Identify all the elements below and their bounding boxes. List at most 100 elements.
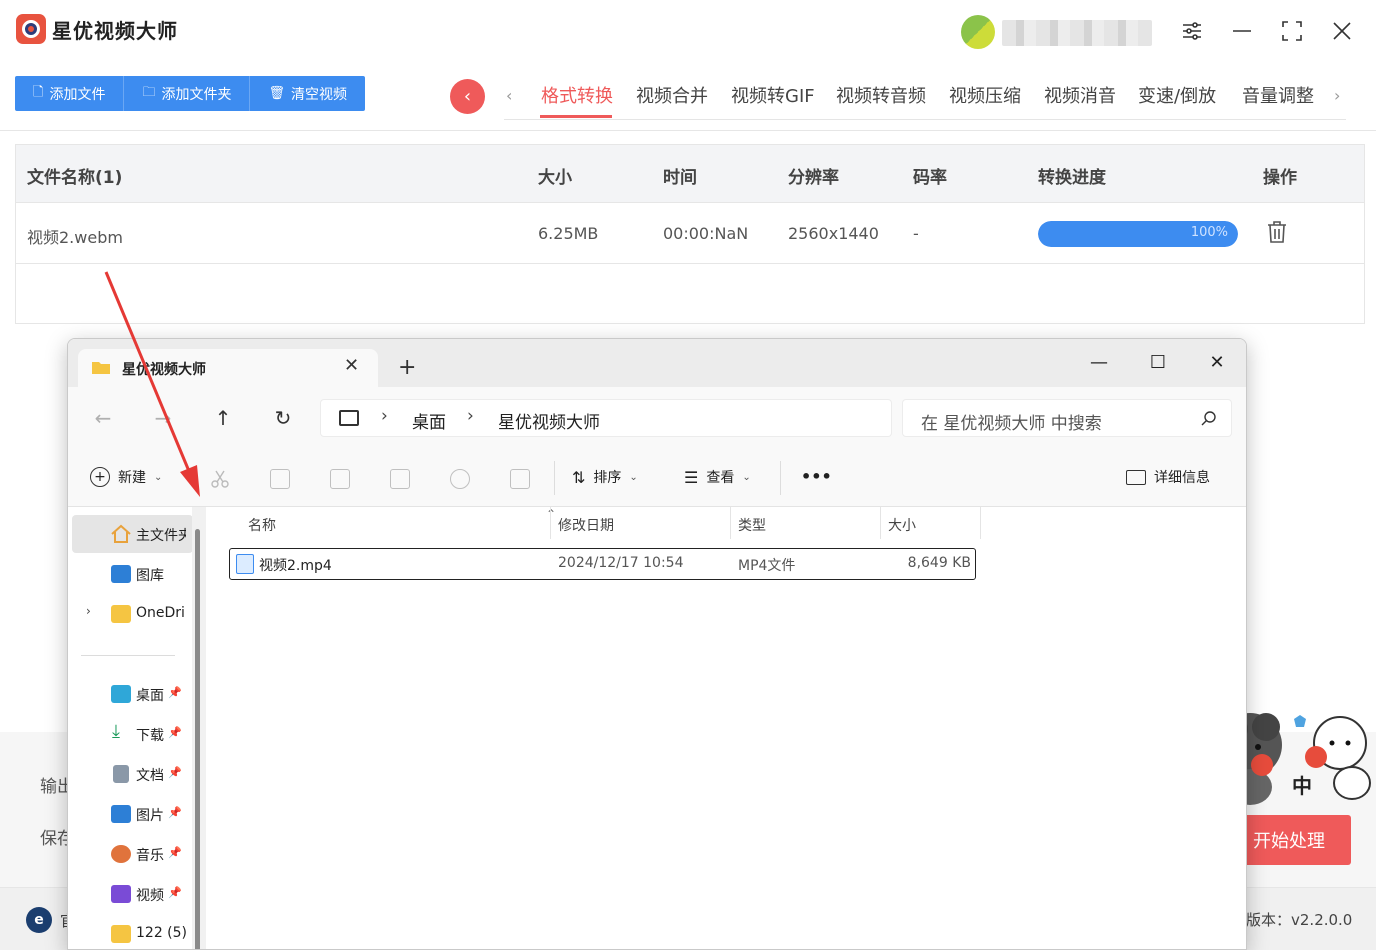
breadcrumb-current-folder[interactable]: 星优视频大师: [498, 408, 600, 433]
divider: [554, 461, 555, 495]
nav-item-folder-122[interactable]: 122 (5): [136, 925, 187, 941]
tabs-next-icon[interactable]: ›: [1334, 86, 1340, 105]
file-modified: 2024/12/17 10:54: [558, 555, 684, 571]
view-button[interactable]: ☰ 查看 ⌄: [684, 467, 751, 487]
tab-video-to-audio[interactable]: 视频转音频: [836, 82, 926, 108]
minimize-icon[interactable]: —: [1079, 347, 1119, 377]
expand-chevron-icon[interactable]: ›: [86, 604, 91, 618]
new-tab-icon[interactable]: +: [398, 355, 416, 380]
tab-video-compress[interactable]: 视频压缩: [949, 82, 1021, 108]
share-icon[interactable]: [450, 469, 470, 489]
new-button[interactable]: + 新建 ⌄: [90, 467, 162, 487]
divider[interactable]: [980, 507, 981, 539]
pin-icon[interactable]: 📌: [168, 806, 182, 819]
sort-ascending-icon: ⌃: [546, 507, 557, 521]
pin-icon[interactable]: 📌: [168, 766, 182, 779]
tab-video-mute[interactable]: 视频消音: [1044, 82, 1116, 108]
breadcrumb-desktop[interactable]: 桌面: [412, 408, 446, 433]
pin-icon[interactable]: 📌: [168, 886, 182, 899]
add-folder-button[interactable]: 🗀 添加文件夹: [124, 76, 251, 111]
tab-speed-reverse[interactable]: 变速/倒放: [1138, 82, 1216, 108]
nav-item-music[interactable]: 音乐: [136, 845, 164, 865]
delete-row-icon[interactable]: [1266, 220, 1288, 246]
close-icon[interactable]: ✕: [1197, 347, 1237, 377]
pin-icon[interactable]: 📌: [168, 686, 182, 699]
computer-icon: [339, 410, 359, 426]
settings-sliders-icon[interactable]: [1175, 14, 1209, 48]
add-file-button[interactable]: 🗋 添加文件: [15, 76, 125, 111]
refresh-icon[interactable]: ↻: [268, 403, 298, 433]
up-arrow-icon[interactable]: ↑: [208, 403, 238, 433]
nav-item-videos[interactable]: 视频: [136, 885, 164, 905]
minimize-icon[interactable]: [1225, 14, 1259, 48]
more-options-button[interactable]: •••: [801, 467, 832, 486]
rename-icon[interactable]: [390, 469, 410, 489]
tab-close-icon[interactable]: ✕: [344, 355, 359, 376]
tabs-back-button[interactable]: ‹: [450, 79, 485, 114]
close-icon[interactable]: [1325, 14, 1359, 48]
app-logo-icon: [16, 14, 46, 44]
nav-item-pictures[interactable]: 图片: [136, 805, 164, 825]
nav-item-downloads[interactable]: 下载: [136, 725, 164, 745]
tab-volume-adjust[interactable]: 音量调整: [1242, 82, 1314, 108]
sidebar-scrollbar-thumb[interactable]: [195, 529, 200, 949]
file-type: MP4文件: [738, 558, 796, 574]
divider[interactable]: [550, 507, 551, 539]
file-list-header: 名称 ⌃ 修改日期 类型 大小: [228, 507, 988, 539]
explorer-tab-title: 星优视频大师: [122, 362, 206, 378]
documents-icon: [113, 765, 129, 783]
file-name: 视频2.mp4: [259, 558, 332, 574]
tabs-prev-icon[interactable]: ‹: [506, 86, 512, 105]
search-input[interactable]: 在 星优视频大师 中搜索: [902, 399, 1232, 437]
col-resolution: 分辨率: [788, 168, 839, 188]
cut-icon[interactable]: [210, 469, 230, 489]
explorer-command-bar: + 新建 ⌄ ⇅ 排序 ⌄ ☰ 查看 ⌄ ••• 详细信息: [68, 449, 1246, 507]
col-name[interactable]: 名称: [248, 515, 276, 535]
paste-icon[interactable]: [330, 469, 350, 489]
progress-bar: 100%: [1038, 221, 1238, 247]
file-icon: 🗋: [33, 84, 44, 100]
nav-item-gallery[interactable]: 图库: [136, 565, 164, 585]
sort-button[interactable]: ⇅ 排序 ⌄: [572, 467, 638, 487]
divider[interactable]: [880, 507, 881, 539]
tab-video-merge[interactable]: 视频合并: [636, 82, 708, 108]
divider[interactable]: [730, 507, 731, 539]
col-size[interactable]: 大小: [888, 515, 916, 535]
pin-icon[interactable]: 📌: [168, 846, 182, 859]
chevron-right-icon[interactable]: ›: [381, 406, 388, 426]
videos-icon: [111, 885, 131, 903]
nav-item-home[interactable]: 主文件夹: [136, 525, 186, 545]
chevron-right-icon[interactable]: ›: [467, 406, 474, 426]
back-arrow-icon[interactable]: ←: [88, 403, 118, 433]
nav-item-desktop[interactable]: 桌面: [136, 685, 164, 705]
forward-arrow-icon[interactable]: →: [148, 403, 178, 433]
pin-icon[interactable]: 📌: [168, 726, 182, 739]
table-row[interactable]: 视频2.webm 6.25MB 00:00:NaN 2560x1440 - 10…: [16, 204, 1364, 264]
download-icon: ⤓: [112, 721, 120, 742]
maximize-icon[interactable]: ☐: [1138, 347, 1178, 377]
cell-bitrate: -: [913, 224, 919, 243]
clear-videos-button[interactable]: 🗑 清空视频: [250, 76, 365, 111]
nav-item-onedrive[interactable]: OneDri: [136, 605, 186, 621]
folder-icon: [111, 605, 131, 623]
sort-arrows-icon: ⇅: [572, 467, 586, 487]
maximize-icon[interactable]: [1275, 14, 1309, 48]
new-label: 新建: [118, 470, 146, 486]
avatar[interactable]: [961, 15, 995, 49]
col-type[interactable]: 类型: [738, 515, 766, 535]
version-text: 版本：v2.2.0.0: [1246, 911, 1353, 929]
delete-icon[interactable]: [510, 469, 530, 489]
details-pane-button[interactable]: 详细信息: [1126, 467, 1210, 487]
add-file-label: 添加文件: [49, 86, 106, 103]
file-list-item[interactable]: 视频2.mp4 2024/12/17 10:54 MP4文件 8,649 KB: [229, 548, 976, 580]
tab-video-to-gif[interactable]: 视频转GIF: [731, 82, 815, 108]
plus-circle-icon: +: [90, 467, 110, 487]
nav-item-documents[interactable]: 文档: [136, 765, 164, 785]
copy-icon[interactable]: [270, 469, 290, 489]
col-modified[interactable]: 修改日期: [558, 515, 614, 535]
tab-format-convert[interactable]: 格式转换: [541, 82, 613, 108]
address-bar[interactable]: › 桌面 › 星优视频大师: [320, 399, 892, 437]
website-icon[interactable]: e: [26, 907, 52, 933]
chevron-down-icon: ⌄: [629, 471, 638, 483]
explorer-tab[interactable]: 星优视频大师 ✕: [78, 349, 378, 387]
